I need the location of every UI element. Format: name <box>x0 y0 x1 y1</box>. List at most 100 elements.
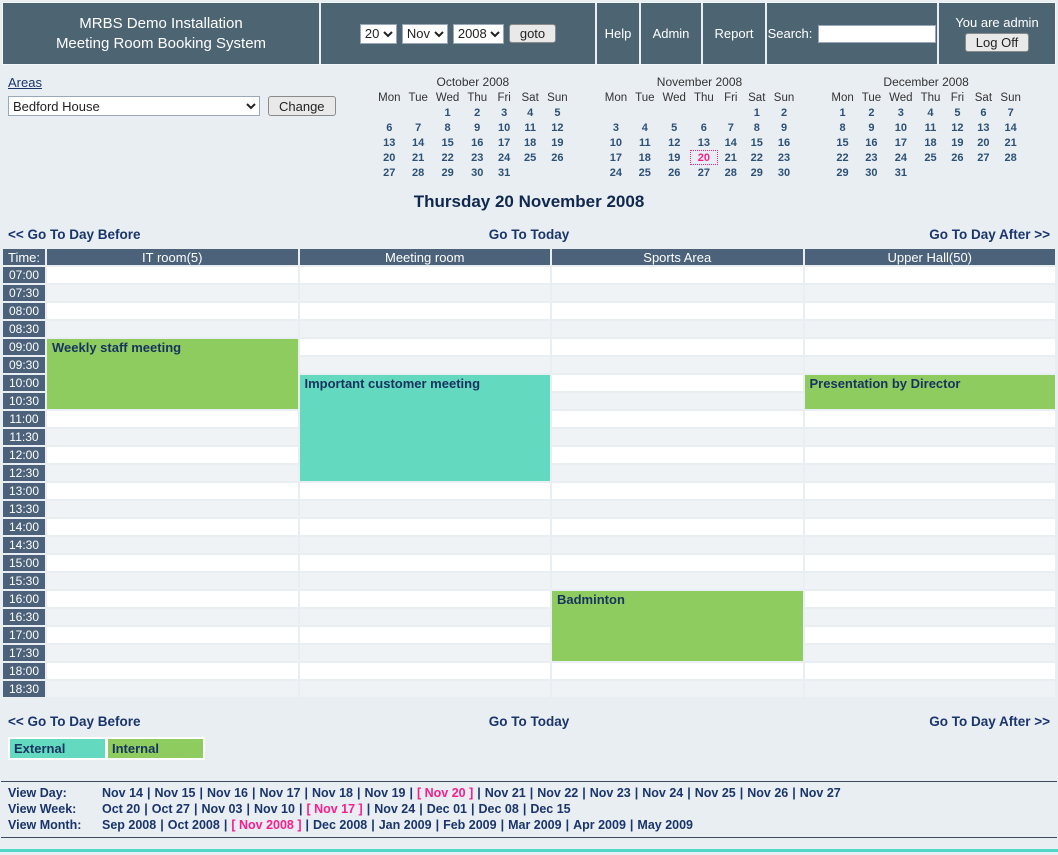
view-link[interactable]: Oct 2008 <box>168 818 220 832</box>
calendar-day[interactable]: 12 <box>659 135 690 150</box>
current-view-link[interactable]: [ Nov 2008 ] <box>231 818 301 832</box>
view-link[interactable]: Sep 2008 <box>102 818 156 832</box>
calendar-day[interactable]: 30 <box>858 165 885 180</box>
empty-slot[interactable] <box>552 393 803 409</box>
empty-slot[interactable] <box>805 339 1056 355</box>
empty-slot[interactable] <box>805 501 1056 517</box>
view-link[interactable]: Nov 25 <box>695 786 736 800</box>
empty-slot[interactable] <box>552 573 803 589</box>
view-link[interactable]: Nov 15 <box>155 786 196 800</box>
calendar-day[interactable]: 3 <box>885 105 916 120</box>
empty-slot[interactable] <box>300 555 551 571</box>
time-label[interactable]: 07:30 <box>3 285 45 301</box>
calendar-day[interactable]: 4 <box>631 120 658 135</box>
empty-slot[interactable] <box>47 609 298 625</box>
empty-slot[interactable] <box>805 285 1056 301</box>
time-label[interactable]: 18:30 <box>3 681 45 697</box>
calendar-day[interactable]: 18 <box>917 135 945 150</box>
calendar-day[interactable]: 20 <box>970 135 996 150</box>
areas-link[interactable]: Areas <box>8 75 42 90</box>
calendar-day[interactable]: 23 <box>770 150 798 165</box>
go-day-before-link[interactable]: << Go To Day Before <box>8 714 141 729</box>
calendar-day[interactable]: 20 <box>690 150 718 165</box>
empty-slot[interactable] <box>300 627 551 643</box>
time-label[interactable]: 08:30 <box>3 321 45 337</box>
calendar-day[interactable]: 15 <box>744 135 770 150</box>
empty-slot[interactable] <box>300 483 551 499</box>
empty-slot[interactable] <box>552 681 803 697</box>
empty-slot[interactable] <box>300 303 551 319</box>
calendar-day[interactable]: 31 <box>491 165 517 180</box>
calendar-day[interactable]: 3 <box>601 120 631 135</box>
empty-slot[interactable] <box>805 627 1056 643</box>
empty-slot[interactable] <box>805 645 1056 661</box>
calendar-day[interactable]: 27 <box>690 165 718 180</box>
view-link[interactable]: Dec 2008 <box>313 818 367 832</box>
calendar-day[interactable]: 14 <box>996 120 1024 135</box>
empty-slot[interactable] <box>300 501 551 517</box>
calendar-day[interactable]: 16 <box>770 135 798 150</box>
calendar-day[interactable]: 8 <box>827 120 857 135</box>
time-label[interactable]: 10:30 <box>3 393 45 409</box>
empty-slot[interactable] <box>552 519 803 535</box>
calendar-day[interactable]: 4 <box>917 105 945 120</box>
view-link[interactable]: Nov 16 <box>207 786 248 800</box>
empty-slot[interactable] <box>300 339 551 355</box>
calendar-day[interactable]: 16 <box>858 135 885 150</box>
empty-slot[interactable] <box>552 483 803 499</box>
empty-slot[interactable] <box>47 303 298 319</box>
calendar-day[interactable]: 7 <box>718 120 744 135</box>
time-label[interactable]: 13:00 <box>3 483 45 499</box>
calendar-day[interactable]: 13 <box>970 120 996 135</box>
empty-slot[interactable] <box>47 681 298 697</box>
calendar-day[interactable]: 5 <box>944 105 970 120</box>
time-label[interactable]: 15:00 <box>3 555 45 571</box>
calendar-day[interactable]: 26 <box>944 150 970 165</box>
calendar-day[interactable]: 11 <box>517 120 543 135</box>
calendar-day[interactable]: 24 <box>885 150 916 165</box>
go-day-after-link[interactable]: Go To Day After >> <box>929 714 1050 729</box>
view-link[interactable]: Apr 2009 <box>573 818 626 832</box>
view-link[interactable]: Feb 2009 <box>443 818 497 832</box>
calendar-day[interactable]: 29 <box>744 165 770 180</box>
calendar-day[interactable]: 12 <box>543 120 571 135</box>
calendar-day[interactable]: 6 <box>690 120 718 135</box>
empty-slot[interactable] <box>47 321 298 337</box>
empty-slot[interactable] <box>300 519 551 535</box>
calendar-day[interactable]: 23 <box>463 150 491 165</box>
calendar-day[interactable]: 30 <box>770 165 798 180</box>
day-select[interactable]: 20 <box>360 24 397 44</box>
empty-slot[interactable] <box>552 447 803 463</box>
view-link[interactable]: Dec 15 <box>530 802 570 816</box>
time-label[interactable]: 09:00 <box>3 339 45 355</box>
calendar-day[interactable]: 7 <box>996 105 1024 120</box>
time-label[interactable]: 08:00 <box>3 303 45 319</box>
calendar-day[interactable]: 21 <box>718 150 744 165</box>
booking[interactable]: Badminton <box>552 591 803 661</box>
year-select[interactable]: 2008 <box>453 24 504 44</box>
empty-slot[interactable] <box>805 483 1056 499</box>
view-link[interactable]: May 2009 <box>637 818 693 832</box>
view-link[interactable]: Mar 2009 <box>508 818 562 832</box>
time-label[interactable]: 07:00 <box>3 267 45 283</box>
empty-slot[interactable] <box>552 267 803 283</box>
booking[interactable]: Important customer meeting <box>300 375 551 481</box>
empty-slot[interactable] <box>300 573 551 589</box>
empty-slot[interactable] <box>552 537 803 553</box>
empty-slot[interactable] <box>552 411 803 427</box>
calendar-day[interactable]: 24 <box>601 165 631 180</box>
empty-slot[interactable] <box>300 537 551 553</box>
empty-slot[interactable] <box>47 429 298 445</box>
empty-slot[interactable] <box>805 429 1056 445</box>
calendar-day[interactable]: 27 <box>374 165 404 180</box>
calendar-day[interactable]: 18 <box>517 135 543 150</box>
empty-slot[interactable] <box>47 663 298 679</box>
time-label[interactable]: 14:30 <box>3 537 45 553</box>
calendar-day[interactable]: 28 <box>996 150 1024 165</box>
calendar-day[interactable]: 26 <box>659 165 690 180</box>
calendar-day[interactable]: 14 <box>718 135 744 150</box>
calendar-day[interactable]: 2 <box>858 105 885 120</box>
calendar-day[interactable]: 5 <box>659 120 690 135</box>
calendar-day[interactable]: 5 <box>543 105 571 120</box>
calendar-day[interactable]: 30 <box>463 165 491 180</box>
